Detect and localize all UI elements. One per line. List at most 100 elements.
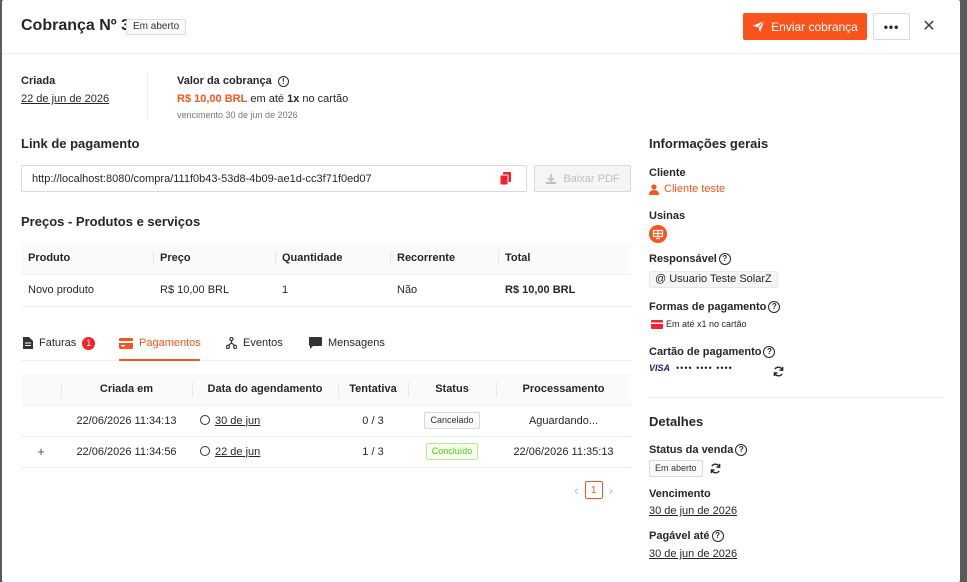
- payment-forms-label: Formas de pagamento?: [649, 301, 781, 314]
- credit-card-icon: [651, 319, 663, 329]
- faturas-count-badge: 1: [82, 336, 96, 350]
- col-status: Status: [408, 374, 496, 406]
- due-text: vencimento 30 de jun de 2026: [177, 110, 298, 120]
- col-recorrente: Recorrente: [390, 243, 498, 275]
- cell-preco: R$ 10,00 BRL: [153, 274, 275, 307]
- payment-link-field[interactable]: http://localhost:8080/compra/111f0b43-53…: [21, 165, 527, 192]
- more-button[interactable]: •••: [873, 13, 910, 40]
- download-pdf-button[interactable]: Baixar PDF: [534, 165, 631, 192]
- created-date: 22 de jun de 2026: [21, 93, 110, 105]
- responsible-label: Responsável?: [649, 253, 731, 266]
- col-total: Total: [498, 243, 631, 275]
- file-icon: [23, 337, 33, 349]
- table-row: 22/06/2026 11:34:13 30 de jun 0 / 3 Canc…: [21, 405, 631, 437]
- cell-processing: 22/06/2026 11:35:13: [496, 436, 631, 468]
- download-icon: [546, 173, 557, 184]
- download-pdf-label: Baixar PDF: [563, 172, 620, 185]
- sale-status-field: Em aberto: [649, 460, 721, 477]
- prev-page-button[interactable]: ‹: [574, 482, 579, 498]
- value-suffix: no cartão: [302, 93, 349, 105]
- prices-title: Preços - Produtos e serviços: [21, 214, 201, 229]
- send-icon: [752, 20, 765, 33]
- cell-quantidade: 1: [275, 274, 390, 307]
- responsible-tag: @ Usuario Teste SolarZ: [649, 271, 778, 288]
- help-icon[interactable]: ?: [711, 530, 724, 543]
- card-label: Cartão de pagamento?: [649, 346, 776, 359]
- table-row: Novo produto R$ 10,00 BRL 1 Não R$ 10,00…: [21, 274, 631, 307]
- payment-forms-field: Em até x1 no cartão: [651, 319, 747, 329]
- value-label-text: Valor da cobrança: [177, 75, 272, 87]
- cell-produto: Novo produto: [21, 274, 153, 307]
- client-field: Cliente teste: [649, 183, 725, 195]
- details-title: Detalhes: [649, 414, 704, 429]
- table-row: + 22/06/2026 11:34:56 22 de jun 1 / 3 Co…: [21, 436, 631, 468]
- active-tab-indicator: [119, 359, 200, 361]
- help-icon[interactable]: ?: [763, 346, 776, 359]
- clock-icon: [200, 414, 210, 425]
- send-charge-label: Enviar cobrança: [771, 19, 858, 34]
- pagination: ‹ 1 ›: [574, 481, 613, 499]
- due-date: 30 de jun de 2026: [649, 505, 738, 517]
- card-label-text: Cartão de pagamento: [649, 346, 762, 358]
- expand-row-button[interactable]: +: [21, 436, 61, 468]
- scheduled-link[interactable]: 22 de jun: [215, 446, 260, 458]
- cell-processing: Aguardando...: [496, 405, 631, 437]
- cell-total: R$ 10,00 BRL: [498, 274, 631, 307]
- col-preco: Preço: [153, 243, 275, 275]
- refresh-icon[interactable]: [773, 366, 784, 377]
- tab-mensagens[interactable]: Mensagens: [309, 335, 385, 351]
- row-expand: [21, 405, 61, 437]
- copy-icon[interactable]: [500, 172, 511, 185]
- tab-pagamentos[interactable]: Pagamentos: [119, 335, 201, 351]
- tab-eventos[interactable]: Eventos: [226, 335, 283, 351]
- send-charge-button[interactable]: Enviar cobrança: [743, 13, 867, 40]
- credit-card-icon: [119, 337, 133, 349]
- tab-faturas-label: Faturas: [39, 337, 77, 349]
- refresh-icon[interactable]: [710, 463, 721, 474]
- info-icon[interactable]: !: [277, 75, 289, 87]
- help-icon[interactable]: ?: [768, 301, 781, 314]
- card-mask: •••• •••• ••••: [676, 363, 733, 373]
- clock-icon: [200, 445, 210, 456]
- cell-scheduled: 22 de jun: [192, 436, 338, 468]
- scheduled-link[interactable]: 30 de jun: [215, 415, 260, 427]
- payable-label: Pagável até?: [649, 530, 724, 543]
- payable-date: 30 de jun de 2026: [649, 548, 738, 560]
- client-link[interactable]: Cliente teste: [664, 183, 725, 195]
- tab-faturas[interactable]: Faturas 1: [23, 335, 96, 351]
- page-title: Cobrança Nº 3: [21, 17, 130, 34]
- status-badge: Em aberto: [126, 19, 187, 35]
- summary-divider: [147, 72, 148, 120]
- tabs-bar: Faturas 1 Pagamentos Eventos Mensagens: [21, 323, 631, 361]
- cell-recorrente: Não: [390, 274, 498, 307]
- help-icon[interactable]: ?: [735, 444, 748, 457]
- col-produto: Produto: [21, 243, 153, 275]
- status-badge: Cancelado: [424, 412, 480, 429]
- cell-status: Cancelado: [408, 405, 496, 437]
- col-criada-em: Criada em: [61, 374, 192, 406]
- cell-attempt: 0 / 3: [338, 405, 408, 437]
- cell-attempt: 1 / 3: [338, 436, 408, 468]
- next-page-button[interactable]: ›: [609, 482, 614, 498]
- sale-status-badge: Em aberto: [649, 460, 703, 477]
- solar-plant-icon[interactable]: [649, 225, 667, 243]
- col-expand: [21, 374, 61, 406]
- charge-modal: Cobrança Nº 3 Em aberto Enviar cobrança …: [2, 0, 960, 582]
- cell-status: Concluído: [408, 436, 496, 468]
- info-title: Informações gerais: [649, 136, 769, 151]
- user-icon: [649, 183, 659, 195]
- git-branch-icon: [226, 337, 237, 349]
- section-divider: [649, 397, 944, 398]
- col-tentativa: Tentativa: [338, 374, 408, 406]
- page-1-button[interactable]: 1: [584, 481, 603, 499]
- cell-created: 22/06/2026 11:34:13: [61, 405, 192, 437]
- payment-forms-value: Em até x1 no cartão: [666, 319, 747, 329]
- cell-created: 22/06/2026 11:34:56: [61, 436, 192, 468]
- card-field: VISA •••• •••• ••••: [649, 363, 733, 373]
- created-label: Criada: [21, 75, 56, 87]
- prices-table: Produto Preço Quantidade Recorrente Tota…: [21, 243, 631, 307]
- close-icon[interactable]: ✕: [919, 16, 939, 36]
- responsible-label-text: Responsável: [649, 253, 717, 265]
- client-label: Cliente: [649, 167, 686, 179]
- help-icon[interactable]: ?: [718, 253, 731, 266]
